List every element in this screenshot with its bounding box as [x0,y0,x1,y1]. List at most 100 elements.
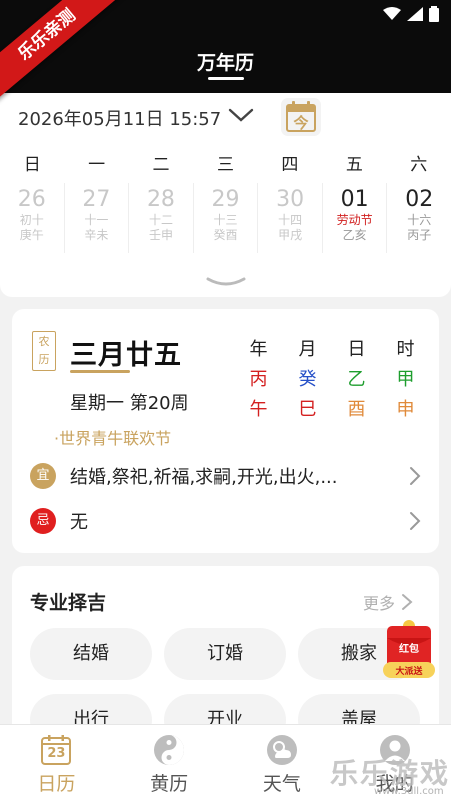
yi-text: 结婚,祭祀,祈福,求嗣,开光,出火,... [70,467,338,488]
red-packet-bottom-text: 大派送 [395,667,423,677]
ji-row[interactable]: 忌 无 [30,506,422,536]
ganzhi-header: 月 [298,339,317,360]
tab-weather[interactable]: 天气 [226,725,339,801]
ganzhi-header: 日 [347,339,366,360]
chevron-down-icon[interactable] [228,105,254,125]
status-bar-icons [383,6,439,22]
day-ganzhi: 甲戌 [278,228,303,242]
day-lunar: 十三 [213,213,238,227]
yin-yang-icon [154,735,185,765]
day-number: 29 [211,187,240,212]
today-label: 今 [293,114,309,132]
lunar-badge-top: 农 [38,335,50,348]
yi-row[interactable]: 宜 结婚,祭祀,祈福,求嗣,开光,出火,... [30,461,422,491]
day-cell[interactable]: 30 十四 甲戌 [258,183,323,253]
day-number: 30 [276,187,305,212]
day-lunar: 初十 [19,213,44,227]
weekday-label: 五 [345,154,363,175]
day-ganzhi: 庚午 [19,228,44,242]
red-packet-top-text: 红包 [399,644,419,655]
ji-text: 无 [70,512,88,533]
ganzhi-gan: 丙 [249,369,268,390]
pill-wedding[interactable]: 结婚 [30,628,152,680]
tab-label: 黄历 [150,773,189,795]
chevron-right-icon [410,467,421,485]
day-lunar: 十六 [407,213,432,227]
festival-text: ·世界青牛联欢节 [54,429,172,448]
auspicious-picker-card: 专业择吉 更多 结婚 订婚 搬家 出行 开业 盖屋 [12,566,439,746]
ganzhi-zhi: 午 [249,399,268,420]
weekday-label: 六 [410,154,428,175]
day-ganzhi: 乙亥 [342,228,367,242]
weekday-header: 日 一 二 三 四 五 六 [0,141,451,183]
page-title: 万年历 [196,52,254,74]
ganzhi-table: 年 月 日 时 丙 癸 乙 甲 午 巳 酉 申 [234,333,430,423]
day-ganzhi: 丙子 [407,228,432,242]
day-lunar: 十一 [84,213,109,227]
day-lunar: 十二 [148,213,173,227]
day-cell[interactable]: 28 十二 壬申 [129,183,194,253]
lunar-badge-bottom: 历 [38,353,50,366]
title-underline [208,77,244,80]
pill-engagement[interactable]: 订婚 [164,628,286,680]
red-packet-ad[interactable]: 红包 大派送 [381,618,437,688]
day-lunar: 十四 [278,213,303,227]
ganzhi-zhi: 申 [396,399,415,420]
calendar-icon-number: 23 [47,746,66,761]
chevron-right-icon [410,512,421,530]
ganzhi-gan: 癸 [298,369,317,390]
section-title: 专业择吉 [30,592,107,614]
more-link[interactable]: 更多 [363,590,413,614]
yi-icon: 宜 [30,463,56,489]
tab-calendar[interactable]: 23 日历 [0,725,113,801]
day-ganzhi: 壬申 [148,228,173,242]
tab-label: 日历 [37,773,76,795]
day-number: 02 [405,187,434,212]
ganzhi-header: 年 [249,339,268,360]
weekday-label: 四 [281,154,299,175]
today-button[interactable]: 今 [280,97,322,137]
ganzhi-gan-row: 丙 癸 乙 甲 [234,363,430,393]
chevron-right-icon [402,594,413,610]
day-cell[interactable]: 29 十三 癸酉 [194,183,259,253]
expand-handle-icon[interactable] [205,275,247,289]
ganzhi-gan: 甲 [396,369,415,390]
calendar-tab-icon-wrap: 23 [39,733,73,767]
day-cell[interactable]: 27 十一 辛未 [65,183,130,253]
tab-label: 天气 [262,773,301,795]
ji-icon: 忌 [30,508,56,534]
watermark-url: www.3dll.com [374,786,444,797]
day-ganzhi: 辛未 [84,228,109,242]
lunar-underline [70,370,130,373]
day-festival: 劳动节 [336,213,373,227]
signal-icon [407,7,423,21]
almanac-card[interactable]: 农 历 三月廿五 星期一 第20周 ·世界青牛联欢节 年 月 日 时 丙 癸 乙… [12,309,439,553]
day-cell[interactable]: 01 劳动节 乙亥 [323,183,388,253]
day-number: 27 [82,187,111,212]
day-number: 26 [17,187,46,212]
week-calendar: 日 一 二 三 四 五 六 26 初十 庚午 27 十一 辛未 28 十二 壬申… [0,141,451,297]
weather-icon [266,735,297,765]
weekday-label: 一 [88,154,106,175]
ganzhi-zhi-row: 午 巳 酉 申 [234,393,430,423]
lunar-date: 三月廿五 [70,340,182,371]
ganzhi-zhi: 酉 [347,399,366,420]
weekday-label: 三 [216,154,234,175]
ganzhi-header-row: 年 月 日 时 [234,333,430,363]
more-label: 更多 [362,594,395,613]
week-row: 26 初十 庚午 27 十一 辛未 28 十二 壬申 29 十三 癸酉 30 十… [0,183,451,253]
date-bar: 2026年05月11日 15:57 [0,93,451,141]
wifi-icon [383,7,401,20]
ganzhi-header: 时 [396,339,415,360]
ganzhi-zhi: 巳 [298,399,317,420]
day-number: 01 [340,187,369,212]
tab-almanac[interactable]: 黄历 [113,725,226,801]
day-ganzhi: 癸酉 [213,228,238,242]
current-datetime[interactable]: 2026年05月11日 15:57 [18,105,221,131]
week-info: 星期一 第20周 [70,393,189,414]
day-cell[interactable]: 26 初十 庚午 [0,183,65,253]
ganzhi-gan: 乙 [347,369,366,390]
day-cell[interactable]: 02 十六 丙子 [387,183,451,253]
day-number: 28 [146,187,175,212]
battery-icon [429,6,439,22]
